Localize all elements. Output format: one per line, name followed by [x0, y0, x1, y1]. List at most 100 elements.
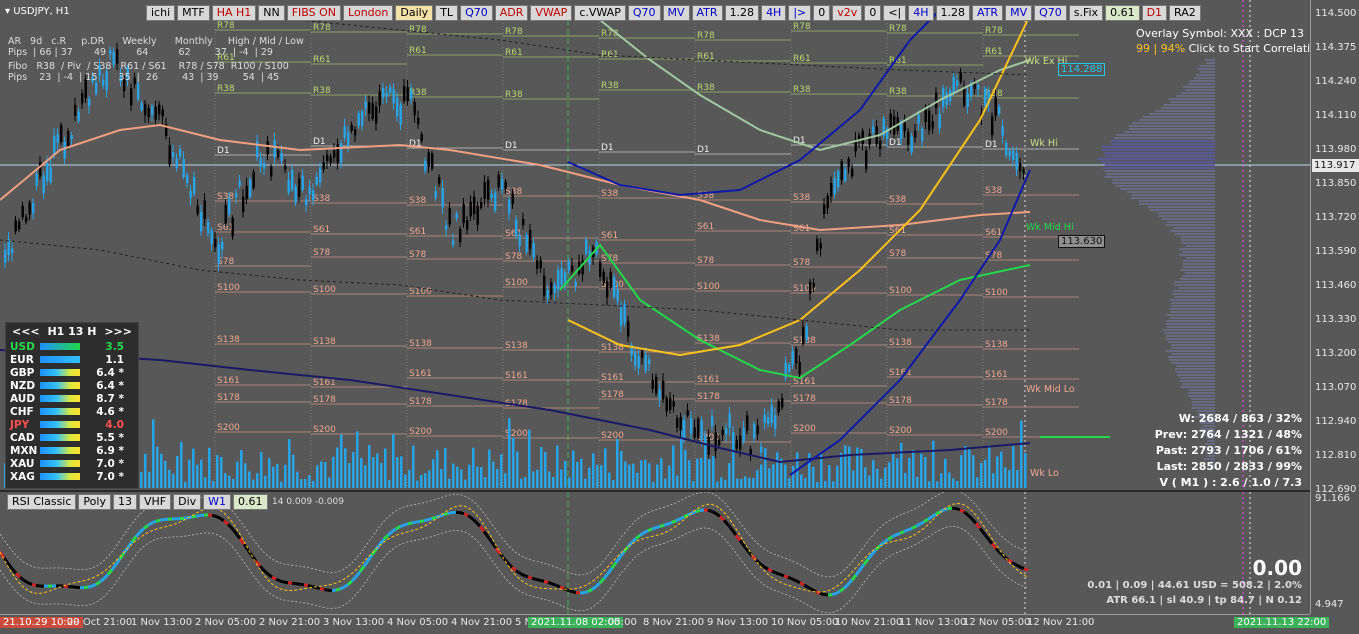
candle-body — [477, 206, 479, 225]
indicator-toolbar: RSI ClassicPoly13VHFDivW10.61 — [7, 494, 268, 510]
currency-row-cad[interactable]: CAD5.5 * — [6, 431, 138, 444]
volume-bar — [524, 477, 527, 488]
indicator-button-3[interactable]: VHF — [139, 494, 171, 510]
toolbar-button-29[interactable]: D1 — [1142, 5, 1167, 21]
toolbar-button-24[interactable]: ATR — [972, 5, 1003, 21]
currency-row-xau[interactable]: XAU7.0 * — [6, 457, 138, 470]
fib-level-label: S138 — [697, 334, 720, 344]
toolbar-button-9[interactable]: ADR — [495, 5, 529, 21]
currency-row-gbp[interactable]: GBP6.4 * — [6, 366, 138, 379]
toolbar-button-8[interactable]: Q70 — [460, 5, 493, 21]
toolbar-button-7[interactable]: TL — [435, 5, 458, 21]
indicator-button-6[interactable]: 0.61 — [233, 494, 268, 510]
candle-body — [617, 289, 619, 301]
currency-row-aud[interactable]: AUD8.7 * — [6, 392, 138, 405]
candle-body — [228, 198, 230, 214]
candle-body — [711, 416, 713, 426]
candle-body — [757, 426, 759, 435]
currency-value: 8.7 * — [86, 393, 124, 405]
toolbar-button-15[interactable]: 1.28 — [725, 5, 760, 21]
candle-body — [438, 177, 440, 183]
volume-bar — [268, 458, 271, 488]
currency-row-xag[interactable]: XAG7.0 * — [6, 470, 138, 483]
indicator-button-0[interactable]: RSI Classic — [7, 494, 76, 510]
candle-body — [645, 354, 647, 371]
time-axis[interactable]: 21.10.29 10:0029 Oct 21:001 Nov 13:002 N… — [0, 614, 1310, 634]
candle-body — [830, 183, 832, 196]
indicator-button-5[interactable]: W1 — [203, 494, 231, 510]
currency-row-usd[interactable]: USD3.5 — [6, 340, 138, 353]
currency-row-eur[interactable]: EUR1.1 — [6, 353, 138, 366]
toolbar-button-25[interactable]: MV — [1005, 5, 1032, 21]
toolbar-button-20[interactable]: 0 — [864, 5, 881, 21]
currency-row-chf[interactable]: CHF4.6 * — [6, 405, 138, 418]
stat-line-1: Prev: 2764 / 1321 / 48% — [1155, 427, 1302, 443]
volume-bar — [540, 447, 543, 488]
fib-level-label: D1 — [217, 146, 230, 156]
candle-body — [302, 176, 304, 191]
toolbar-button-27[interactable]: s.Fix — [1069, 5, 1103, 21]
toolbar-button-1[interactable]: MTF — [177, 5, 210, 21]
candle-body — [8, 239, 10, 255]
correlation-button[interactable]: 99 | 94% Click to Start Correlation — [1136, 42, 1324, 55]
toolbar-button-2[interactable]: HA H1 — [212, 5, 257, 21]
rsi-segment — [964, 512, 968, 515]
volume-bar — [400, 456, 403, 488]
panel-next-button[interactable]: >>> — [104, 325, 132, 338]
toolbar-button-16[interactable]: 4H — [761, 5, 786, 21]
volume-bar — [992, 473, 995, 488]
indicator-button-4[interactable]: Div — [173, 494, 201, 510]
toolbar-button-23[interactable]: 1.28 — [936, 5, 971, 21]
toolbar-button-6[interactable]: Daily — [395, 5, 433, 21]
volume-bar — [816, 482, 819, 488]
rsi-segment — [680, 517, 684, 519]
indicator-button-2[interactable]: 13 — [113, 494, 137, 510]
volume-bar — [476, 467, 479, 488]
toolbar-button-3[interactable]: NN — [258, 5, 284, 21]
price-tick: 113.200 — [1315, 348, 1356, 359]
candle-body — [736, 440, 738, 449]
toolbar-button-30[interactable]: RA2 — [1169, 5, 1201, 21]
toolbar-button-4[interactable]: FIBS ON — [287, 5, 341, 21]
toolbar-button-22[interactable]: 4H — [908, 5, 933, 21]
volume-bar — [560, 469, 563, 488]
toolbar-button-18[interactable]: 0 — [813, 5, 830, 21]
toolbar-button-0[interactable]: ichi — [146, 5, 175, 21]
volume-bar — [296, 472, 299, 488]
toolbar-button-5[interactable]: London — [343, 5, 393, 21]
toolbar-button-26[interactable]: Q70 — [1034, 5, 1067, 21]
candle-body — [683, 420, 685, 438]
toolbar-button-14[interactable]: ATR — [692, 5, 723, 21]
toolbar-button-13[interactable]: MV — [663, 5, 690, 21]
currency-strength-panel: <<< H1 13 H >>> USD3.5EUR1.1GBP6.4 *NZD6… — [5, 322, 139, 489]
volume-bar — [788, 478, 791, 488]
toolbar-button-10[interactable]: VWAP — [530, 5, 572, 21]
volume-bar — [316, 465, 319, 488]
currency-row-nzd[interactable]: NZD6.4 * — [6, 379, 138, 392]
currency-row-jpy[interactable]: JPY4.0 — [6, 418, 138, 431]
volume-bar — [304, 479, 307, 488]
candle-body — [547, 290, 549, 299]
weekly-level-label: Wk Mid Hi — [1026, 222, 1074, 233]
fib-level-label: R38 — [601, 81, 619, 91]
toolbar-button-28[interactable]: 0.61 — [1105, 5, 1140, 21]
panel-prev-button[interactable]: <<< — [12, 325, 40, 338]
rsi-segment — [8, 563, 12, 568]
chart-menu-icon[interactable]: ▾ — [5, 6, 10, 17]
candle-body — [396, 98, 398, 117]
toolbar-button-11[interactable]: c.VWAP — [574, 5, 626, 21]
indicator-button-1[interactable]: Poly — [78, 494, 111, 510]
volume-bar — [356, 431, 359, 488]
volume-bar — [148, 472, 151, 488]
currency-row-mxn[interactable]: MXN6.9 * — [6, 444, 138, 457]
toolbar-button-12[interactable]: Q70 — [628, 5, 661, 21]
volume-bar — [516, 452, 519, 488]
toolbar-button-17[interactable]: |> — [788, 5, 811, 21]
candle-body — [722, 430, 724, 435]
volume-bar — [936, 481, 939, 488]
toolbar-button-21[interactable]: <| — [883, 5, 906, 21]
toolbar-button-19[interactable]: v2v — [832, 5, 862, 21]
candle-body — [603, 272, 605, 284]
volume-bar — [328, 477, 331, 488]
price-axis[interactable]: 114.500114.375114.240114.110113.980113.8… — [1310, 0, 1359, 614]
